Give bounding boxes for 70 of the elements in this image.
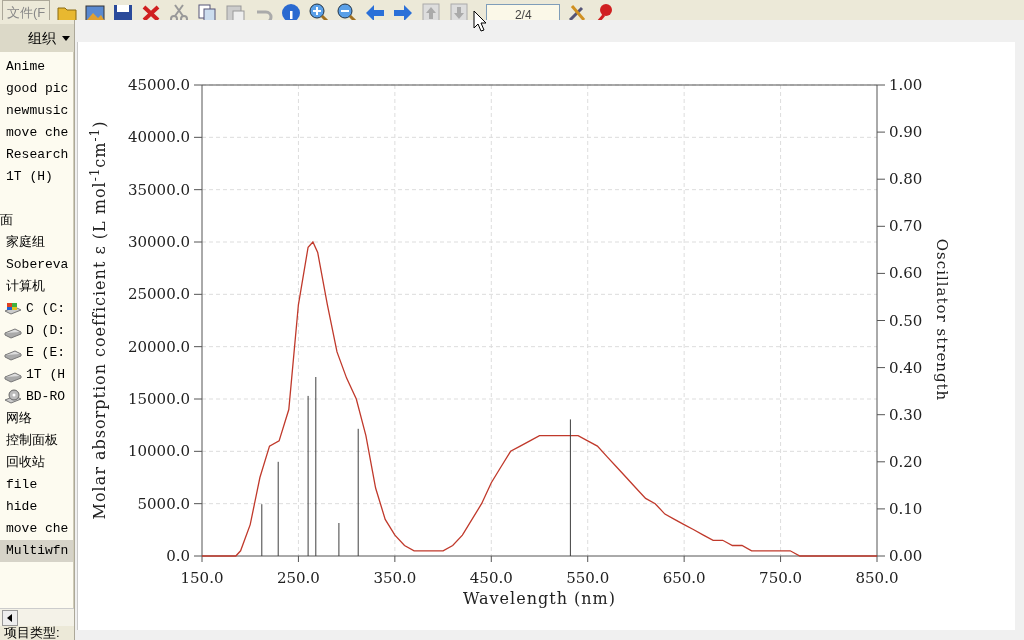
tick-label: 0.0 xyxy=(166,547,190,565)
sidebar-item[interactable]: 计算机 xyxy=(0,276,73,298)
sidebar-item[interactable]: 面 xyxy=(0,210,73,232)
tick-label: 0.60 xyxy=(889,264,923,283)
caret-icon xyxy=(62,35,70,41)
sidebar-item[interactable]: 1T (H xyxy=(0,364,73,386)
disc-drive-icon xyxy=(4,389,22,405)
sidebar-item[interactable]: C (C: xyxy=(0,298,73,320)
tick-label: 5000.0 xyxy=(137,494,190,513)
tick-label: 30000.0 xyxy=(127,233,190,251)
sidebar-item[interactable]: 回收站 xyxy=(0,452,73,474)
sidebar-item[interactable]: E (E: xyxy=(0,342,73,364)
mouse-pointer-icon xyxy=(473,10,487,32)
scissors-icon[interactable] xyxy=(168,2,191,20)
sidebar-item[interactable]: 1T (H) xyxy=(0,166,73,188)
tick-label: 35000.0 xyxy=(127,180,190,199)
axis-title: Oscillator strength xyxy=(932,238,953,402)
tick-label: 0.80 xyxy=(889,170,923,189)
tick-label: 650.0 xyxy=(662,569,706,587)
sidebar-item[interactable]: Multiwfn xyxy=(0,540,73,562)
tick-label: 25000.0 xyxy=(127,285,190,304)
info-icon[interactable] xyxy=(280,2,303,20)
item-type-label: 项目类型: xyxy=(3,626,61,640)
organize-button[interactable]: 组织 xyxy=(0,24,74,52)
tick-label: 0.90 xyxy=(889,123,923,142)
tick-label: 0.30 xyxy=(889,405,923,424)
sidebar-item[interactable]: move che xyxy=(0,122,73,144)
save-icon[interactable] xyxy=(112,2,135,20)
sidebar-item[interactable]: Sobereva xyxy=(0,254,73,276)
tick-label: 0.50 xyxy=(889,311,923,330)
tick-label: 250.0 xyxy=(276,569,320,587)
tick-label: 850.0 xyxy=(855,569,899,587)
sidebar-item[interactable]: move che xyxy=(0,518,73,540)
right-arrow-icon[interactable] xyxy=(392,2,415,20)
tick-label: 10000.0 xyxy=(127,442,190,461)
sidebar-item[interactable]: file xyxy=(0,474,73,496)
tick-label: 350.0 xyxy=(373,569,417,587)
sidebar-item[interactable]: Anime xyxy=(0,56,73,78)
scroll-left-icon[interactable] xyxy=(2,609,18,626)
tick-label: 0.10 xyxy=(889,499,923,518)
tick-label: 0.00 xyxy=(889,547,923,565)
sidebar-item[interactable]: D (D: xyxy=(0,320,73,342)
axis-title: Wavelength (nm) xyxy=(463,589,616,608)
tick-label: 1.00 xyxy=(889,76,923,94)
sidebar-item[interactable]: Research xyxy=(0,144,73,166)
sidebar-item[interactable]: hide xyxy=(0,496,73,518)
sidebar-item[interactable]: 网络 xyxy=(0,408,73,430)
tick-label: 150.0 xyxy=(180,569,224,587)
tick-label: 0.20 xyxy=(889,452,923,471)
zoom-out-icon[interactable] xyxy=(336,2,359,20)
stick-bar xyxy=(338,523,340,556)
windows-drive-icon xyxy=(4,301,22,317)
tick-label: 45000.0 xyxy=(127,76,190,94)
tick-label: 0.40 xyxy=(889,358,923,377)
image-icon[interactable] xyxy=(84,2,107,20)
sidebar-item[interactable]: 家庭组 xyxy=(0,232,73,254)
tick-label: 20000.0 xyxy=(127,337,190,356)
tick-label: 40000.0 xyxy=(127,128,190,147)
sidebar-item[interactable]: newmusic xyxy=(0,100,73,122)
page-field[interactable]: 2/4 xyxy=(486,4,561,20)
tick-label: 450.0 xyxy=(469,569,513,587)
sidebar-item[interactable]: 控制面板 xyxy=(0,430,73,452)
horizontal-scrollbar[interactable] xyxy=(0,608,74,626)
stick-bar xyxy=(261,504,263,556)
sidebar-item[interactable]: BD-RO xyxy=(0,386,73,408)
tick-label: 15000.0 xyxy=(127,390,190,408)
tick-label: 750.0 xyxy=(759,569,803,587)
tick-label: 550.0 xyxy=(566,569,610,587)
sidebar-item[interactable]: good pic xyxy=(0,78,73,100)
tick-label: 0.70 xyxy=(889,217,923,236)
